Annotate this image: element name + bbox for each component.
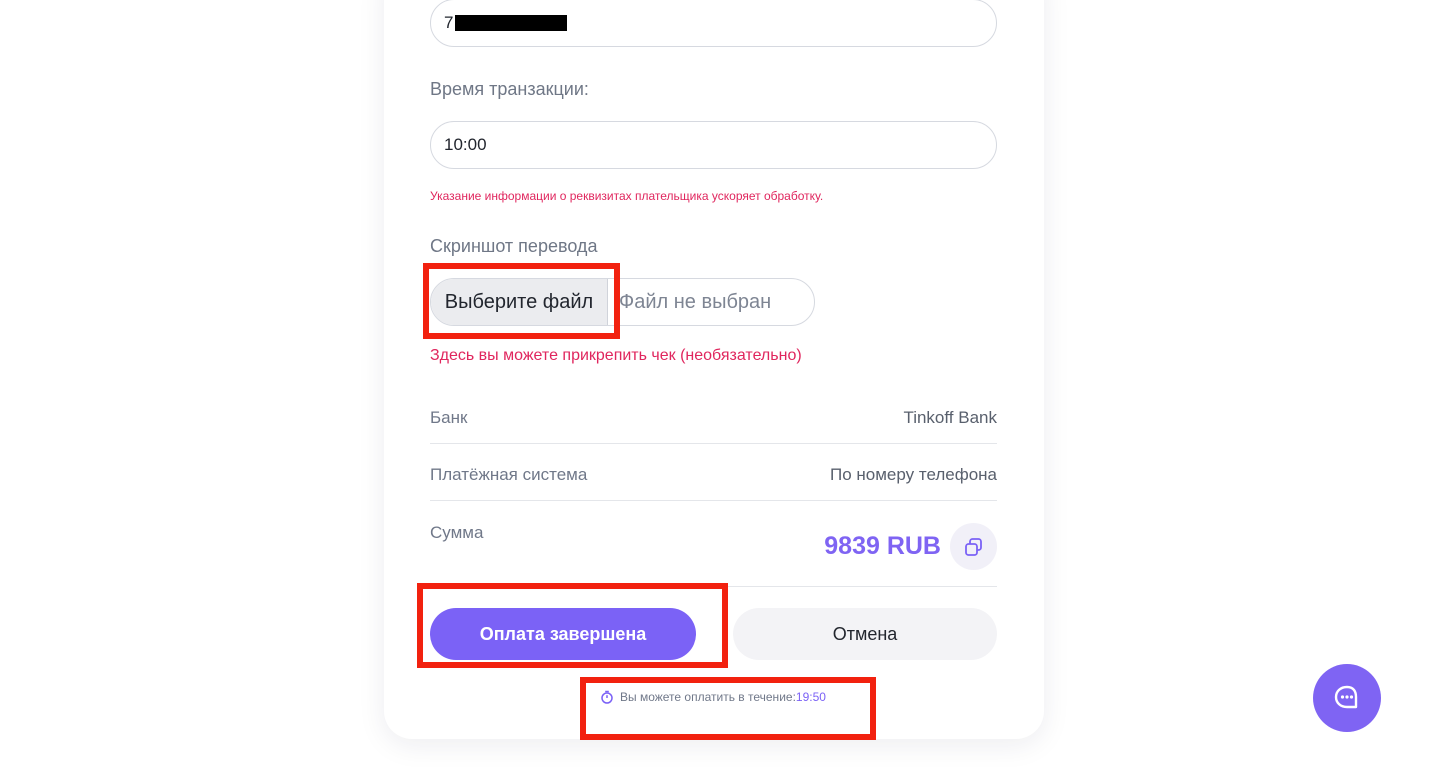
highlight-box [417,583,728,668]
chat-button[interactable] [1313,664,1381,732]
payment-system-value: По номеру телефона [829,465,997,484]
amount-value: 9839 RUB [824,532,941,560]
cancel-button[interactable]: Отмена [733,608,997,660]
bank-value: Tinkoff Bank [903,408,997,427]
chat-icon [1334,685,1358,709]
time-field[interactable]: 10:00 [430,121,997,169]
redacted-block [455,15,568,31]
payer-hint: Указание информации о реквизитах платель… [430,189,824,203]
highlight-box [580,677,876,740]
file-status: Файл не выбран [619,291,772,313]
phone-prefix: 7 [444,13,454,32]
phone-field[interactable]: 7 [430,0,997,47]
time-value: 10:00 [444,135,487,154]
amount-label: Сумма [430,523,484,542]
copy-amount-button[interactable] [950,523,997,570]
attach-hint: Здесь вы можете прикрепить чек (необязат… [430,347,802,364]
divider [430,443,997,444]
bank-label: Банк [430,408,468,427]
copy-icon [964,537,982,556]
highlight-box [423,263,620,339]
screenshot-label: Скриншот перевода [430,236,598,256]
divider [430,500,997,501]
payment-system-label: Платёжная система [430,465,588,484]
time-label: Время транзакции: [430,79,589,99]
